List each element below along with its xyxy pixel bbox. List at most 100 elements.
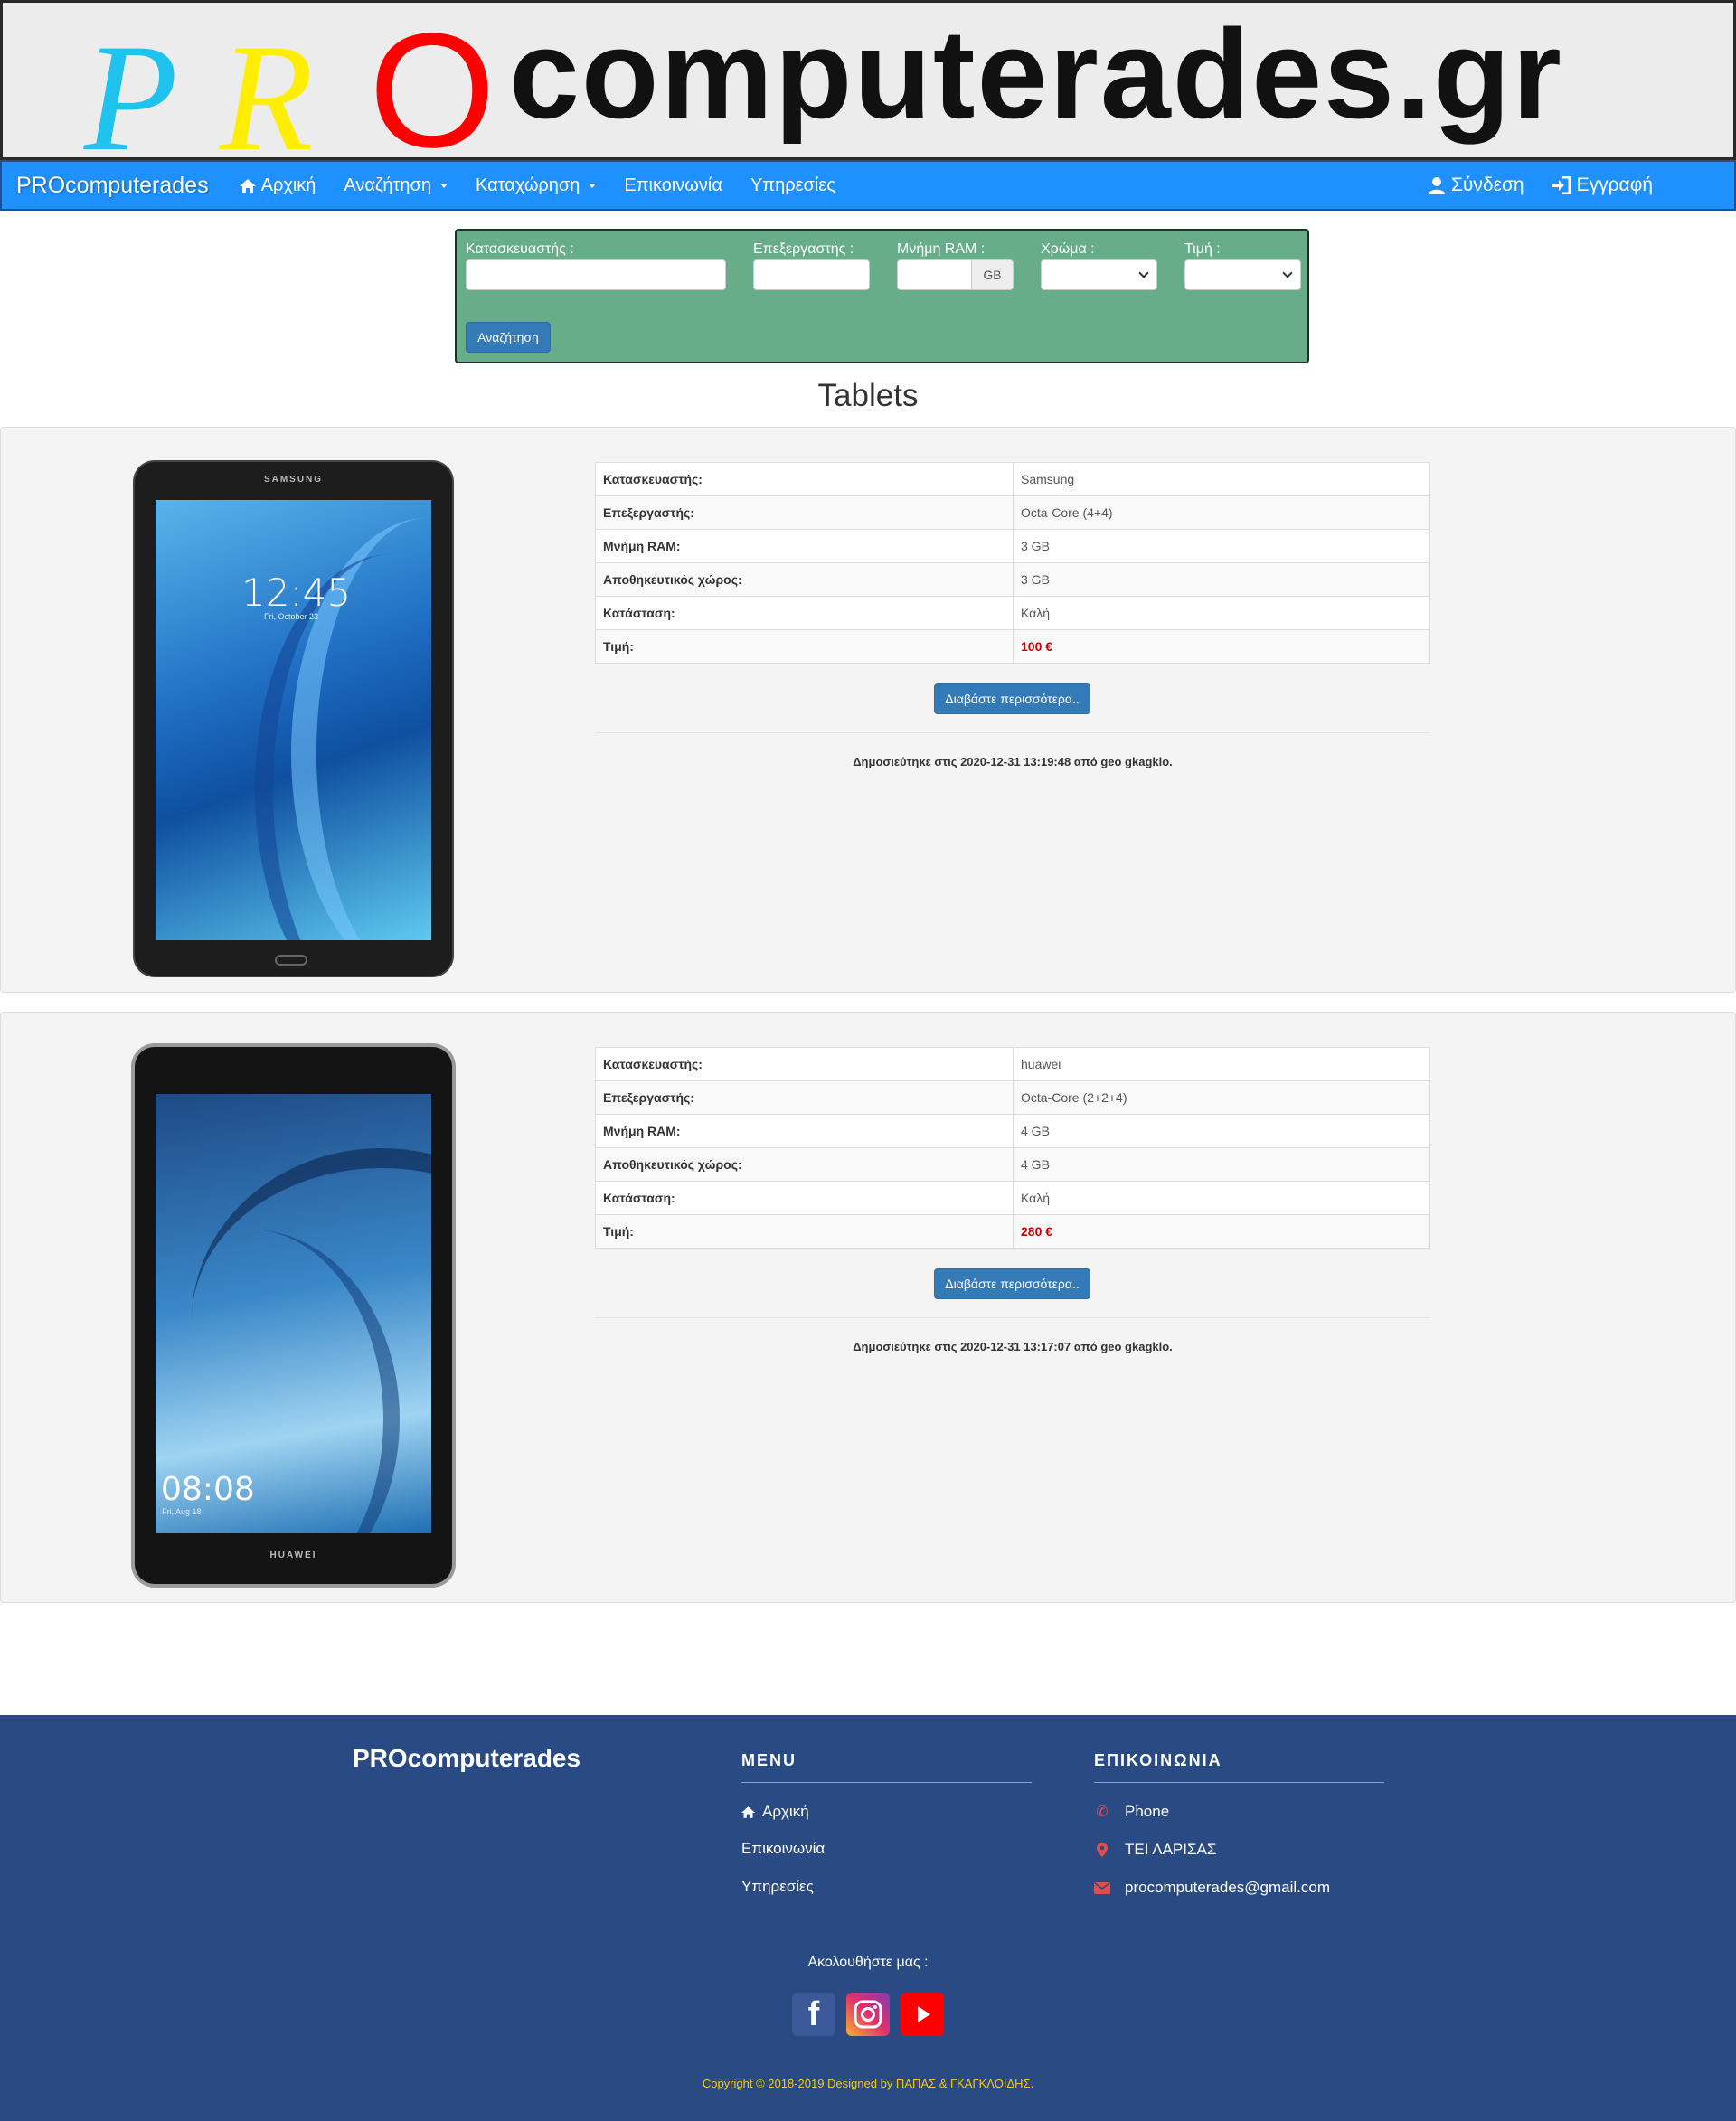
contact-location-label: ΤΕΙ ΛΑΡΙΣΑΣ [1125,1841,1217,1858]
footer-brand: PROcomputerades [353,1744,581,1772]
footer-link-contact-label: Επικοινωνία [741,1840,826,1857]
processor-label: Επεξεργαστής : [753,241,854,257]
published-text: Δημοσιεύτηκε στις 2020-12-31 13:17:07 απ… [853,1340,1173,1353]
manufacturer-input[interactable] [466,259,726,290]
instagram-icon[interactable] [846,1993,890,2036]
spec-value: 3 GB [1013,562,1430,597]
facebook-icon[interactable]: f [792,1993,835,2036]
processor-input[interactable] [753,259,870,290]
table-row: Μνήμη RAM: 3 GB [595,529,1430,563]
youtube-icon[interactable] [901,1993,944,2036]
ram-label: Μνήμη RAM : [897,241,986,257]
tablet-brand-text: SAMSUNG [263,475,324,485]
spec-value: Καλή [1013,1181,1430,1215]
copyright-text: Copyright © 2018-2019 Designed by ΠΑΠΑΣ … [702,2077,1034,2090]
spec-label: Τιμή: [595,1214,1014,1249]
footer-menu-heading: MENU [741,1751,797,1769]
follow-us-text: Ακολουθήστε μας : [807,1955,929,1970]
sign-in-icon [1551,176,1571,194]
table-row: Τιμή: 280 € [595,1214,1430,1249]
contact-phone-label: Phone [1125,1803,1170,1820]
page-title: Tablets [817,378,919,413]
table-row: Επεξεργαστής: Octa-Core (2+2+4) [595,1080,1430,1115]
spec-value: Octa-Core (4+4) [1013,495,1430,530]
spec-value: huawei [1013,1047,1430,1081]
tablet-date-text: Fri, October 23 [264,612,319,621]
nav-item-services[interactable]: Υπηρεσίες [750,175,835,196]
navbar-right: Σύνδεση Εγγραφή [1428,174,1680,196]
read-more-button[interactable]: Διαβάστε περισσότερα.. [934,1268,1090,1299]
banner-logo-text: computerades.gr [509,3,1563,145]
price-select[interactable] [1184,259,1301,290]
spec-label: Επεξεργαστής: [595,495,1014,530]
table-row: Τιμή: 100 € [595,629,1430,664]
nav-item-listing-label: Καταχώρηση [476,174,580,195]
product-image[interactable]: SAMSUNG 12:45 Fri, October 23 [135,462,452,976]
price-value: 280 € [1013,1214,1430,1249]
spec-label: Κατάσταση: [595,1181,1014,1215]
read-more-button[interactable]: Διαβάστε περισσότερα.. [934,683,1090,714]
spec-label: Κατασκευαστής: [595,1047,1014,1081]
caret-down-icon [440,183,448,188]
search-button[interactable]: Αναζήτηση [466,322,551,353]
footer-link-contact[interactable]: Επικοινωνία [741,1840,825,1858]
spec-value: Samsung [1013,462,1430,496]
tablet-clock-text: 12:45 [241,570,352,615]
contact-phone: ✆ Phone [1094,1803,1169,1821]
spec-label: Μνήμη RAM: [595,529,1014,563]
nav-item-home[interactable]: Αρχική [239,174,316,196]
banner-logo-p: P [84,13,178,160]
product-image[interactable]: 08:08 Fri, Aug 18 HUAWEI [135,1047,452,1584]
divider [595,1317,1430,1318]
nav-item-search-label: Αναζήτηση [344,174,432,195]
divider [1094,1782,1384,1783]
color-label: Χρώμα : [1041,241,1095,257]
spec-label: Αποθηκευτικός χώρος: [595,1147,1014,1182]
navbar-brand[interactable]: PROcomputerades [16,173,209,199]
map-marker-icon [1097,1843,1108,1857]
tablet-screen: 12:45 Fri, October 23 [156,500,431,940]
nav-item-contact[interactable]: Επικοινωνία [624,175,722,196]
nav-item-contact-label: Επικοινωνία [624,174,722,195]
contact-location: ΤΕΙ ΛΑΡΙΣΑΣ [1094,1841,1216,1859]
spec-value: 3 GB [1013,529,1430,563]
nav-item-login-label: Σύνδεση [1450,174,1524,195]
user-icon [1428,177,1445,194]
nav-item-search[interactable]: Αναζήτηση [344,175,448,196]
contact-email-label: procomputerades@gmail.com [1125,1879,1331,1896]
spec-value: 4 GB [1013,1147,1430,1182]
product-card: SAMSUNG 12:45 Fri, October 23 Κατασκευασ… [0,427,1736,993]
spec-table: Κατασκευαστής: Samsung Επεξεργαστής: Octa-… [595,462,1430,664]
price-value: 100 € [1013,629,1430,664]
published-text: Δημοσιεύτηκε στις 2020-12-31 13:19:48 απ… [853,755,1173,768]
spec-label: Κατάσταση: [595,596,1014,630]
price-label: Τιμή : [1184,241,1221,257]
nav-item-services-label: Υπηρεσίες [750,174,835,195]
search-form: Κατασκευαστής : Επεξεργαστής : Μνήμη RAM… [455,229,1309,363]
table-row: Μνήμη RAM: 4 GB [595,1114,1430,1148]
footer-link-services[interactable]: Υπηρεσίες [741,1878,814,1896]
chevron-down-icon [1282,268,1293,278]
contact-email[interactable]: procomputerades@gmail.com [1094,1879,1330,1897]
ram-input[interactable] [897,259,972,290]
phone-icon: ✆ [1096,1805,1109,1820]
footer-link-home[interactable]: Αρχική [741,1803,809,1821]
spec-value: 4 GB [1013,1114,1430,1148]
divider [741,1782,1032,1783]
nav-item-register[interactable]: Εγγραφή [1551,174,1653,196]
table-row: Επεξεργαστής: Octa-Core (4+4) [595,495,1430,530]
spec-label: Αποθηκευτικός χώρος: [595,562,1014,597]
table-row: Αποθηκευτικός χώρος: 3 GB [595,562,1430,597]
spec-table: Κατασκευαστής: huawei Επεξεργαστής: Octa-C… [595,1047,1430,1249]
spec-value: Octa-Core (2+2+4) [1013,1080,1430,1115]
home-icon [239,178,256,193]
nav-item-login[interactable]: Σύνδεση [1428,174,1524,196]
table-row: Κατασκευαστής: Samsung [595,462,1430,496]
nav-item-listing[interactable]: Καταχώρηση [476,174,597,196]
table-row: Κατάσταση: Καλή [595,596,1430,630]
table-row: Κατάσταση: Καλή [595,1181,1430,1215]
color-select[interactable] [1041,259,1157,290]
footer-contact-heading: ΕΠΙΚΟΙΝΩΝΙΑ [1094,1751,1222,1769]
nav-item-home-label: Αρχική [260,174,316,195]
banner-logo-o: O [369,0,496,160]
